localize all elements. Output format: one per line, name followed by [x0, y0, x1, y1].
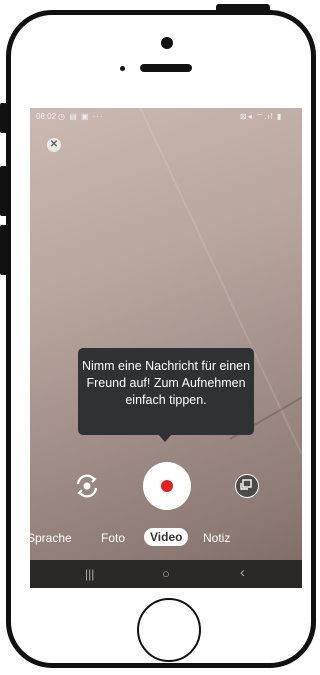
status-time: 08:02 [36, 112, 57, 121]
recents-button[interactable]: ||| [85, 567, 94, 581]
system-status-icons: ⊠◂ ⌔.ıl ▮ [240, 112, 283, 121]
home-nav-button[interactable]: ○ [162, 566, 170, 581]
mode-selector: Sprache Foto Video Notiz [30, 528, 302, 548]
mode-tab-sprache[interactable]: Sprache [30, 531, 72, 545]
home-button[interactable] [137, 598, 201, 662]
close-button[interactable]: ✕ [47, 138, 61, 152]
flip-camera-icon [76, 474, 98, 498]
tooltip-text: Nimm eine Nachricht für einen Freund auf… [81, 359, 251, 407]
flip-camera-button[interactable] [72, 471, 102, 501]
camera-screen: 08:02 ◷ ▤ ▣ ··· ⊠◂ ⌔.ıl ▮ ✕ Nimm eine Na… [30, 108, 302, 588]
notification-icons: ◷ ▤ ▣ ··· [58, 112, 104, 121]
gallery-button[interactable] [235, 474, 259, 498]
mode-tab-video[interactable]: Video [144, 528, 189, 546]
tooltip-arrow [158, 434, 172, 442]
android-nav-bar: ||| ○ ‹ [30, 560, 302, 588]
mode-tab-notiz[interactable]: Notiz [203, 531, 230, 545]
front-camera [161, 37, 173, 49]
close-icon: ✕ [49, 139, 59, 150]
mode-tab-foto[interactable]: Foto [101, 531, 125, 545]
record-dot-icon [161, 480, 173, 492]
earpiece-speaker [140, 64, 192, 72]
proximity-sensor [120, 66, 125, 71]
record-button[interactable] [143, 462, 191, 510]
gallery-icon [240, 479, 252, 490]
back-button[interactable]: ‹ [240, 564, 245, 581]
record-hint-tooltip: Nimm eine Nachricht für einen Freund auf… [78, 348, 254, 442]
status-bar: 08:02 ◷ ▤ ▣ ··· ⊠◂ ⌔.ıl ▮ [30, 108, 302, 126]
